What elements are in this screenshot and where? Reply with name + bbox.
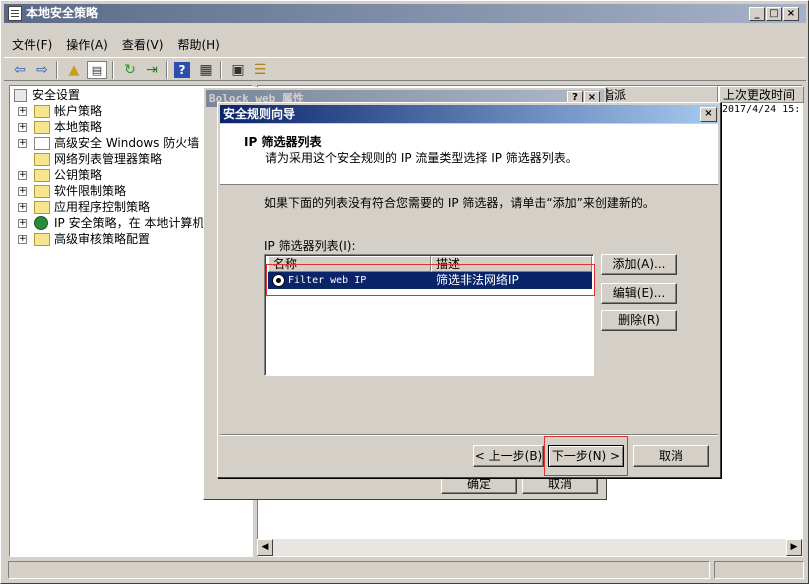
- security-settings-icon: [14, 89, 27, 102]
- show-tree-icon[interactable]: ▤: [87, 61, 107, 79]
- tree-item-label: 高级安全 Windows 防火墙: [54, 136, 200, 150]
- firewall-icon: [34, 137, 50, 150]
- tree-item-label: 网络列表管理器策略: [54, 152, 163, 166]
- window-title: 本地安全策略: [26, 6, 99, 20]
- title-bar: 本地安全策略 _ □ ×: [4, 4, 806, 23]
- tree-item-label: 应用程序控制策略: [54, 200, 151, 214]
- assign-policy-icon[interactable]: ☰: [250, 61, 270, 79]
- wizard-subheading: 请为采用这个安全规则的 IP 流量类型选择 IP 筛选器列表。: [265, 151, 578, 165]
- menu-action[interactable]: 操作(A): [59, 35, 115, 55]
- menu-bar: 文件(F) 操作(A) 查看(V) 帮助(H): [4, 35, 227, 55]
- col-header-modified[interactable]: 上次更改时间: [719, 86, 804, 103]
- tree-item-label: IP 安全策略，在 本地计算机: [54, 216, 205, 230]
- wizard-title: 安全规则向导: [223, 107, 296, 121]
- status-cell-main: [8, 561, 710, 579]
- folder-icon: [34, 233, 50, 246]
- up-folder-icon[interactable]: ▲: [64, 61, 84, 79]
- folder-lock-icon: [34, 121, 50, 134]
- back-arrow-icon[interactable]: ⇦: [10, 61, 30, 79]
- toolbar-separator: [112, 61, 114, 79]
- wizard-instruction: 如果下面的列表没有符合您需要的 IP 筛选器，请单击“添加”来创建新的。: [264, 196, 655, 210]
- manage-filters-icon[interactable]: ▣: [228, 61, 248, 79]
- modified-time-cell: 2017/4/24 15:: [722, 104, 801, 115]
- scroll-right-icon[interactable]: ▶: [786, 539, 802, 556]
- toolbar-separator: [56, 61, 58, 79]
- security-policy-icon: [8, 6, 22, 21]
- minimize-button[interactable]: _: [749, 7, 765, 21]
- tree-item-label: 帐户策略: [54, 104, 103, 118]
- wizard-title-bar: 安全规则向导: [220, 105, 718, 123]
- wizard-header: IP 筛选器列表 请为采用这个安全规则的 IP 流量类型选择 IP 筛选器列表。: [220, 124, 718, 185]
- security-rule-wizard: 安全规则向导 × IP 筛选器列表 请为采用这个安全规则的 IP 流量类型选择 …: [217, 102, 721, 478]
- wizard-separator: [220, 434, 718, 436]
- tree-item-label: 软件限制策略: [54, 184, 127, 198]
- wizard-heading: IP 筛选器列表: [244, 135, 322, 149]
- folder-icon: [34, 201, 50, 214]
- highlight-box: [266, 264, 595, 296]
- tree-item-label: 高级审核策略配置: [54, 232, 151, 246]
- folder-icon: [34, 153, 50, 166]
- menu-help[interactable]: 帮助(H): [170, 35, 226, 55]
- expand-icon[interactable]: +: [18, 203, 27, 212]
- tree-root-label: 安全设置: [32, 88, 81, 102]
- toolbar-separator: [166, 61, 168, 79]
- folder-icon: [34, 169, 50, 182]
- expand-icon[interactable]: +: [18, 123, 27, 132]
- folder-icon: [34, 185, 50, 198]
- expand-icon[interactable]: +: [18, 107, 27, 116]
- horizontal-scrollbar[interactable]: ◀ ▶: [257, 539, 803, 556]
- ip-security-icon: [34, 216, 48, 230]
- wizard-close-button[interactable]: ×: [700, 107, 717, 122]
- col-header-assign[interactable]: 指派: [598, 86, 718, 103]
- add-button[interactable]: 添加(A)...: [601, 254, 677, 275]
- help-icon[interactable]: ?: [174, 62, 190, 78]
- toolbar-separator: [220, 61, 222, 79]
- expand-icon[interactable]: +: [18, 171, 27, 180]
- edit-button[interactable]: 编辑(E)...: [601, 283, 677, 304]
- scroll-left-icon[interactable]: ◀: [257, 539, 273, 556]
- delete-button[interactable]: 删除(R): [601, 310, 677, 331]
- status-bar: [4, 561, 806, 581]
- expand-icon[interactable]: +: [18, 235, 27, 244]
- maximize-button[interactable]: □: [766, 7, 782, 21]
- expand-icon[interactable]: +: [18, 187, 27, 196]
- next-highlight-box: [544, 436, 628, 476]
- filter-list-label: IP 筛选器列表(I):: [264, 239, 356, 253]
- properties-icon[interactable]: ▦: [196, 61, 216, 79]
- export-list-icon[interactable]: ⇥: [142, 61, 162, 79]
- wizard-cancel-button[interactable]: 取消: [633, 445, 709, 467]
- folder-lock-icon: [34, 105, 50, 118]
- expand-icon[interactable]: +: [18, 139, 27, 148]
- toolbar: ⇦ ⇨ ▲ ▤ ↻ ⇥ ? ▦ ▣ ☰: [4, 57, 806, 81]
- menu-view[interactable]: 查看(V): [115, 35, 171, 55]
- tree-item-label: 公钥策略: [54, 168, 103, 182]
- expand-icon[interactable]: +: [18, 219, 27, 228]
- tree-item-label: 本地策略: [54, 120, 103, 134]
- back-button[interactable]: < 上一步(B): [473, 445, 544, 467]
- refresh-icon[interactable]: ↻: [120, 61, 140, 79]
- forward-arrow-icon[interactable]: ⇨: [32, 61, 52, 79]
- menu-file[interactable]: 文件(F): [12, 35, 59, 55]
- status-cell-secondary: [714, 561, 804, 579]
- close-button[interactable]: ×: [783, 7, 799, 21]
